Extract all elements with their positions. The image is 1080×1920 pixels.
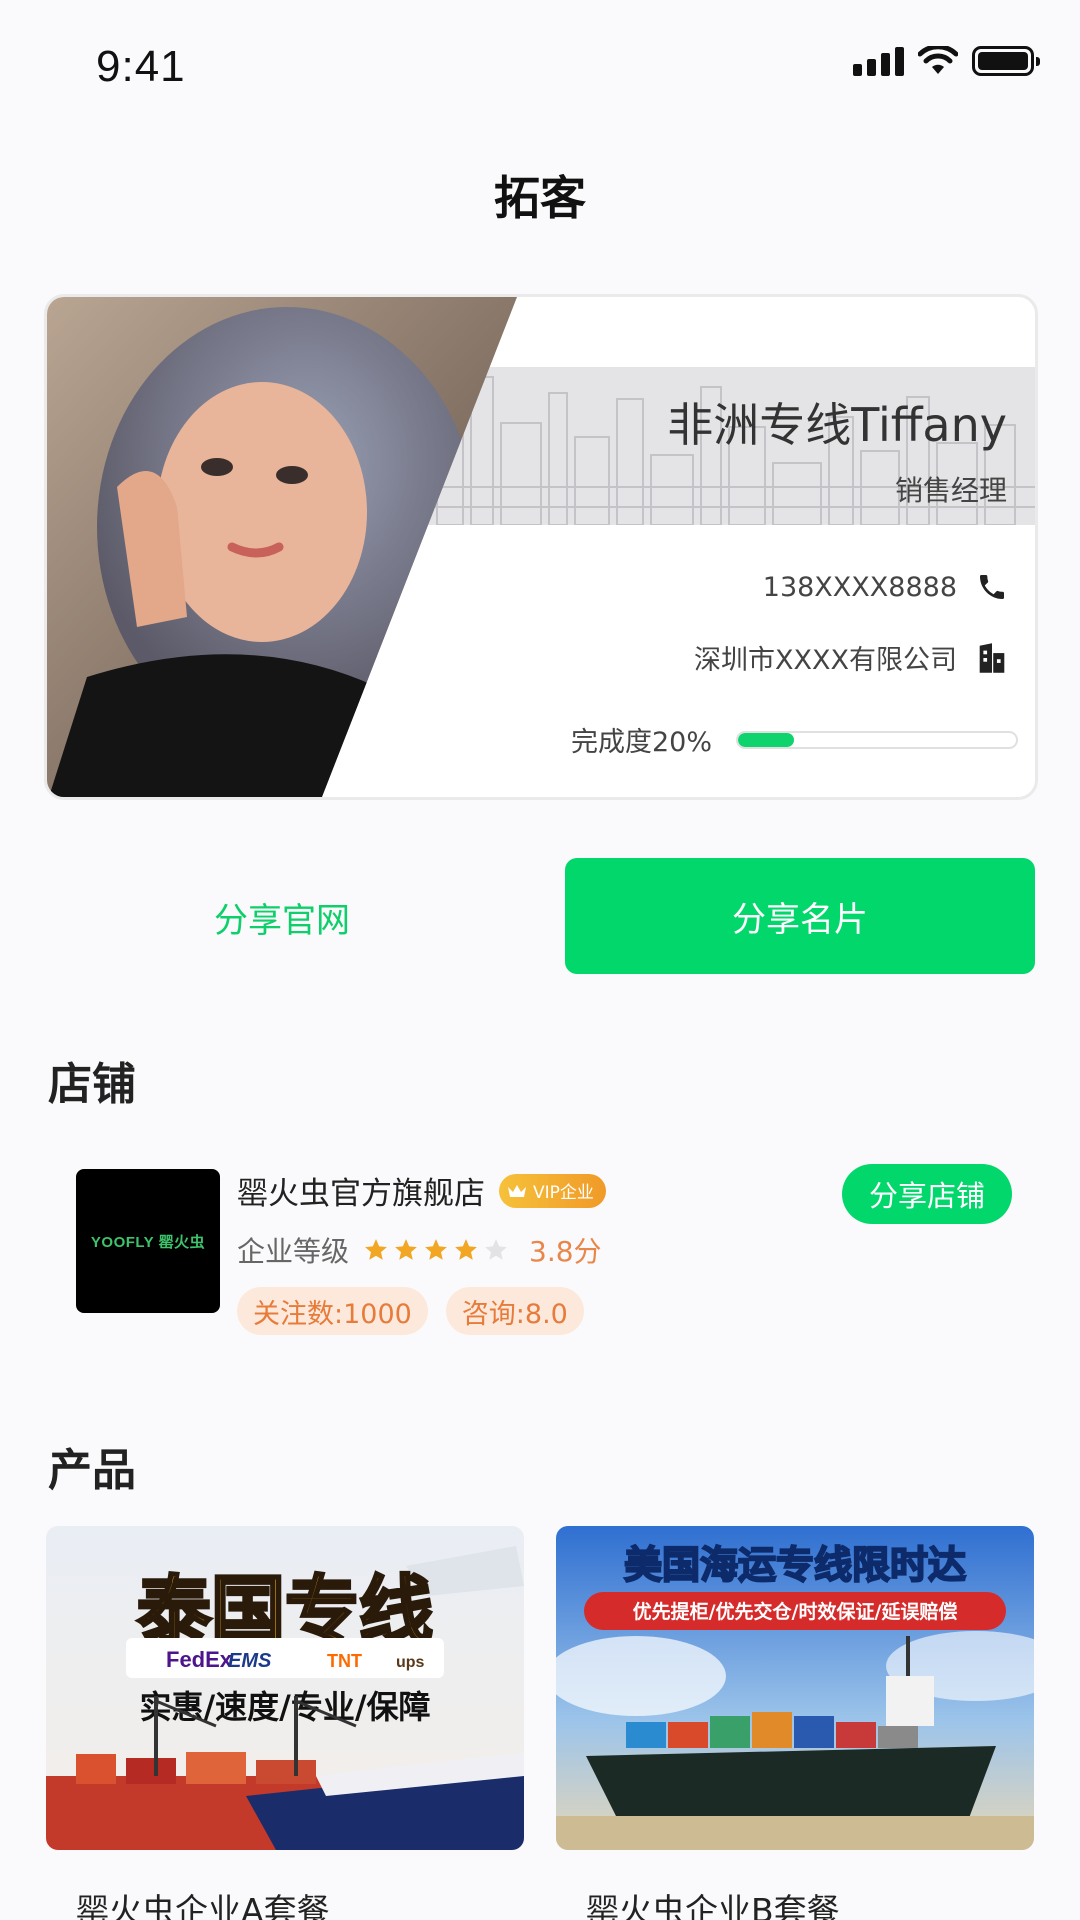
star-icon (455, 1239, 477, 1260)
share-shop-button[interactable]: 分享店铺 (842, 1164, 1012, 1224)
shop-level-row: 企业等级 3.8分 (237, 1230, 602, 1270)
star-icon (485, 1239, 507, 1260)
product-b-ribbon: 优先提柜/优先交仓/时效保证/延误赔偿 (633, 1600, 958, 1623)
shop-name[interactable]: 罂火虫官方旗舰店 (237, 1168, 485, 1213)
profile-photo (47, 297, 517, 797)
rating-score: 3.8分 (529, 1235, 602, 1268)
company-row: 深圳市XXXX有限公司 (694, 638, 1009, 677)
business-card[interactable]: 非洲专线Tiffany 销售经理 138XXXX8888 深圳市XXXX有限公司… (44, 294, 1038, 800)
contact-role: 销售经理 (894, 474, 1007, 507)
status-icons (853, 46, 1040, 76)
shop-name-row: 罂火虫官方旗舰店 VIP企业 (237, 1168, 606, 1213)
page-title: 拓客 (494, 171, 586, 225)
star-icon (395, 1239, 417, 1260)
company-name: 深圳市XXXX有限公司 (694, 645, 957, 676)
consult-tag: 咨询:8.0 (445, 1287, 584, 1335)
rating-stars (363, 1237, 509, 1263)
wifi-icon (918, 46, 958, 74)
profile-progress: 完成度20% (571, 720, 1019, 759)
progress-bar (736, 730, 1019, 749)
star-icon (425, 1239, 447, 1260)
follow-count-tag: 关注数:1000 (237, 1287, 428, 1335)
vip-badge: VIP企业 (499, 1173, 606, 1208)
level-label: 企业等级 (237, 1235, 350, 1268)
battery-icon (972, 46, 1040, 76)
product-name-b[interactable]: 罂火虫企业B套餐 (586, 1884, 840, 1920)
carrier-tnt: TNT (327, 1651, 362, 1671)
product-image-b[interactable]: 美国海运专线限时达 优先提柜/优先交仓/时效保证/延误赔偿 (556, 1526, 1034, 1850)
status-time: 9:41 (96, 42, 186, 91)
shop-logo-text: YOOFLY 罂火虫 (90, 1233, 206, 1251)
product-section-title: 产品 (48, 1445, 136, 1496)
carrier-ems: EMS (228, 1650, 272, 1672)
product-b-headline: 美国海运专线限时达 (624, 1543, 966, 1587)
product-image-a[interactable]: 泰国专线 FedEx EMS TNT ups 实惠/速度/专业/保障 (46, 1526, 524, 1850)
product-name-a[interactable]: 罂火虫企业A套餐 (76, 1884, 330, 1920)
crown-icon (508, 1184, 526, 1197)
shop-logo[interactable]: YOOFLY 罂火虫 (76, 1169, 220, 1313)
product-a-slogan: 实惠/速度/专业/保障 (139, 1688, 430, 1726)
star-icon (365, 1239, 387, 1260)
share-card-button[interactable]: 分享名片 (565, 858, 1035, 974)
cellular-signal-icon (853, 46, 904, 76)
carrier-fedex: FedEx (166, 1647, 233, 1672)
shop-section-title: 店铺 (48, 1059, 136, 1110)
phone-number: 138XXXX8888 (762, 571, 957, 603)
shop-stats: 关注数:1000 咨询:8.0 (237, 1287, 584, 1335)
status-bar: 9:41 (0, 0, 1080, 130)
progress-label: 完成度20% (571, 727, 713, 758)
phone-row[interactable]: 138XXXX8888 (763, 570, 1009, 604)
contact-name: 非洲专线Tiffany (667, 398, 1007, 452)
building-icon (975, 641, 1009, 675)
carrier-ups: ups (396, 1654, 425, 1671)
vip-badge-label: VIP企业 (533, 1183, 594, 1203)
progress-fill (738, 732, 794, 747)
share-website-button[interactable]: 分享官网 (44, 860, 520, 974)
phone-icon (975, 570, 1009, 604)
